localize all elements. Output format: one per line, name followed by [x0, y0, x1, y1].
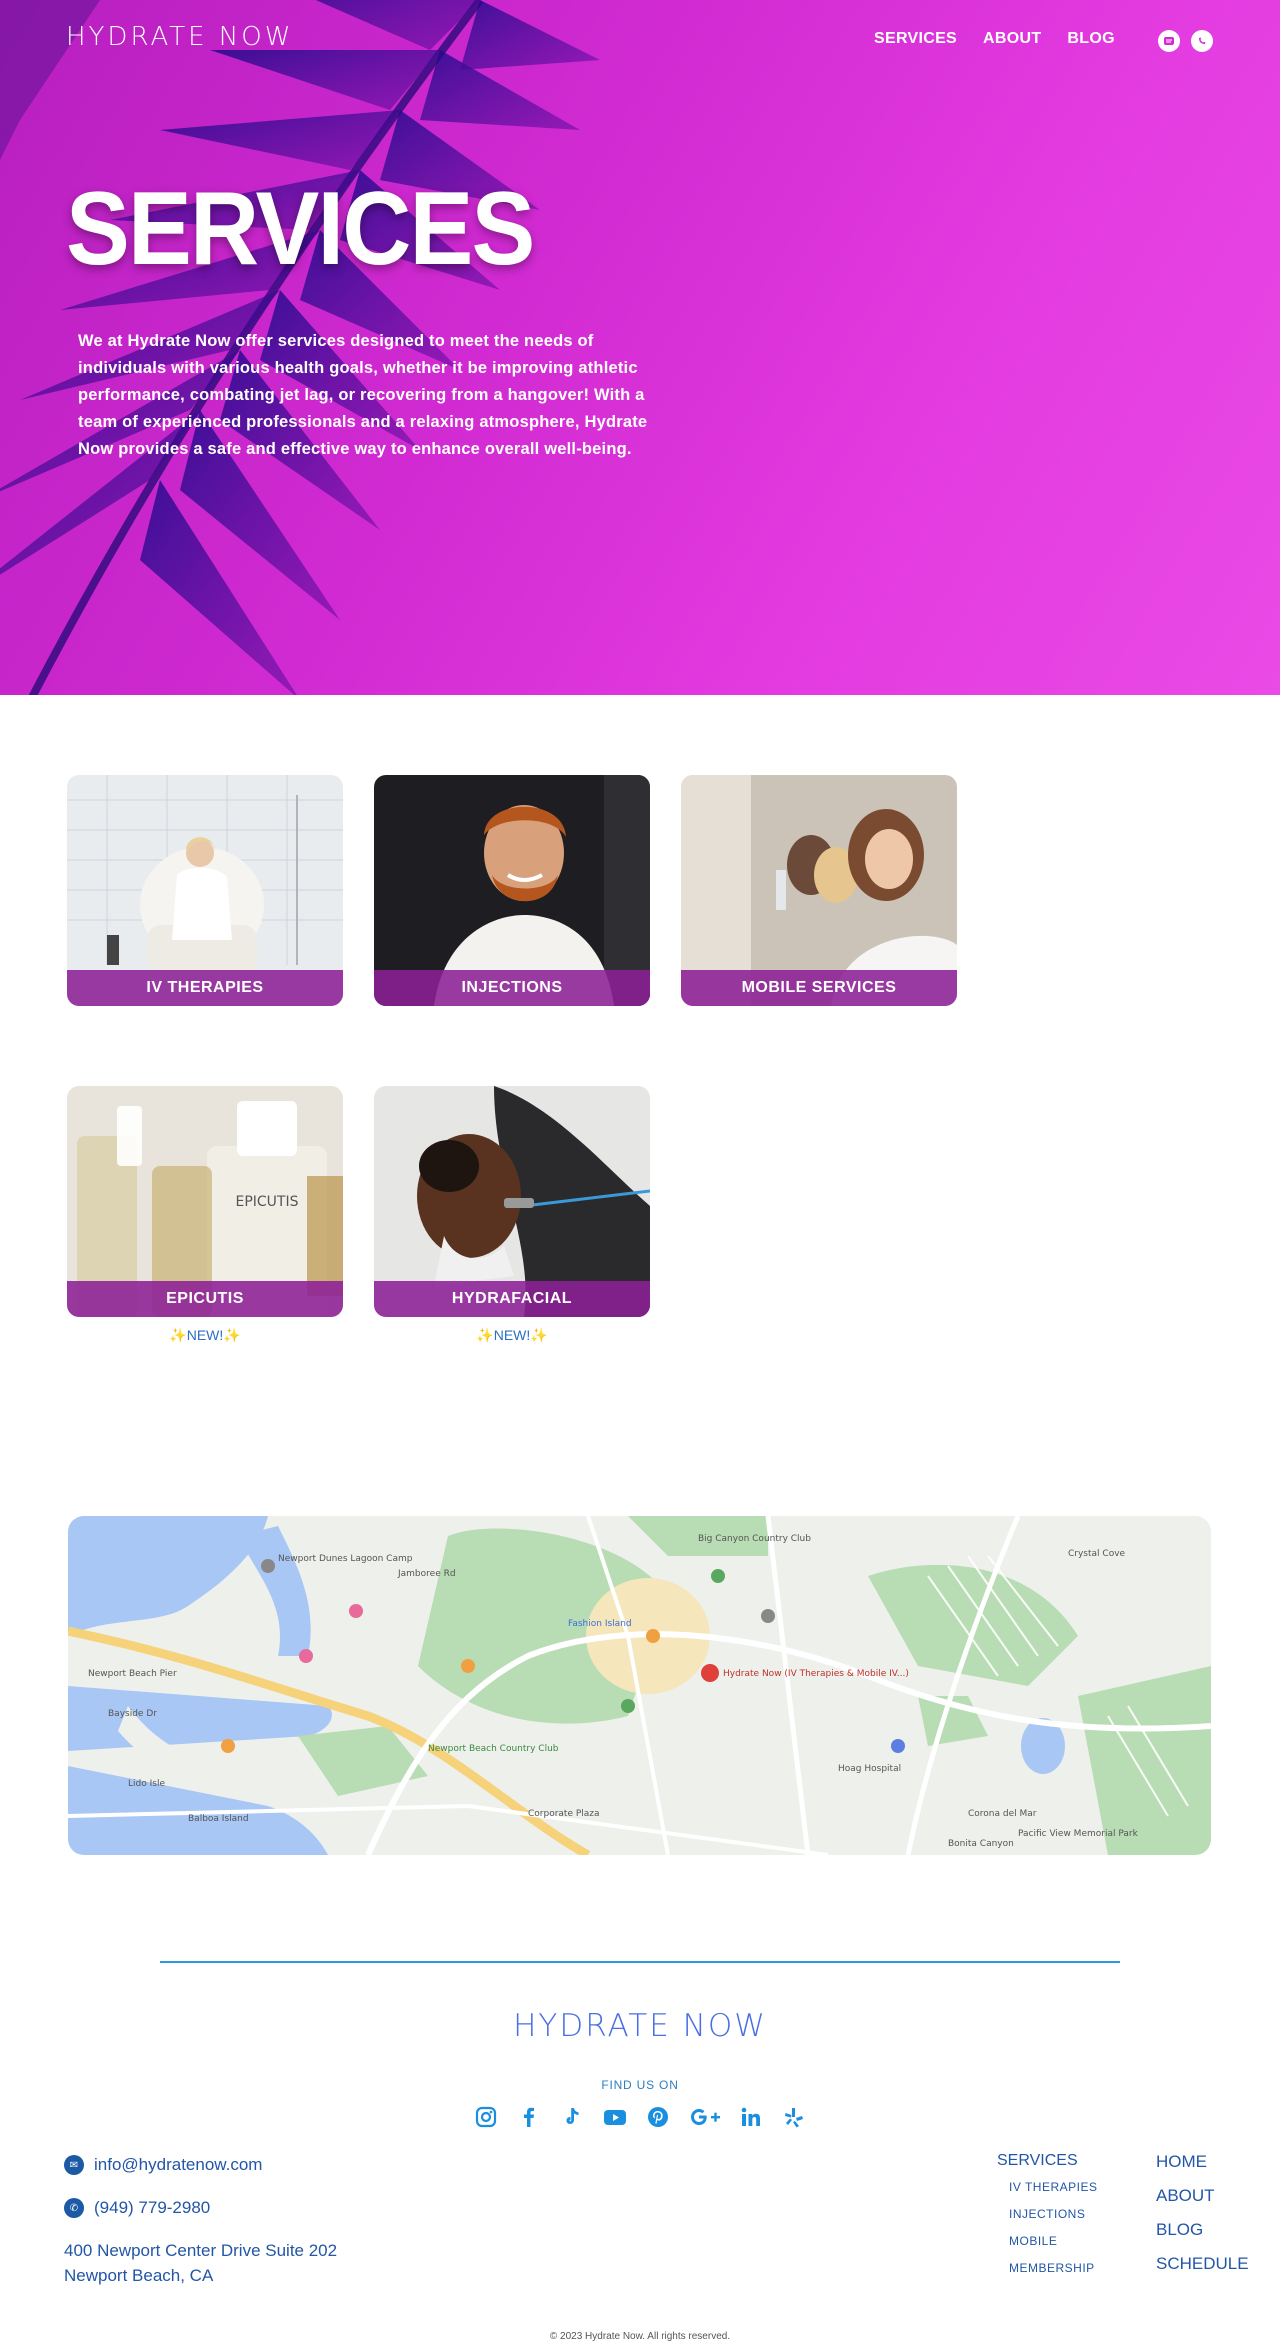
map-graphic: Big Canyon Country Club Newport Dunes La… — [68, 1516, 1211, 1855]
service-card-label: IV THERAPIES — [67, 970, 343, 1006]
service-card-hydrafacial[interactable]: HYDRAFACIAL — [374, 1086, 650, 1317]
new-badge: ✨NEW!✨ — [169, 1327, 241, 1343]
service-card-injections[interactable]: INJECTIONS — [374, 775, 650, 1006]
map-label: Newport Dunes Lagoon Camp — [278, 1554, 413, 1564]
nav-services[interactable]: SERVICES — [874, 30, 957, 48]
main-nav: SERVICES ABOUT BLOG — [874, 30, 1115, 48]
service-card-label: INJECTIONS — [374, 970, 650, 1006]
hero-section: HYDRATE NOW SERVICES ABOUT BLOG SERVICES… — [0, 0, 1280, 695]
service-card-label: MOBILE SERVICES — [681, 970, 957, 1006]
whatsapp-icon[interactable] — [1191, 30, 1213, 52]
linkedin-icon[interactable] — [739, 2104, 764, 2129]
map-label: Bayside Dr — [108, 1709, 157, 1719]
google-plus-icon[interactable] — [689, 2104, 721, 2129]
service-card-label: HYDRAFACIAL — [374, 1281, 650, 1317]
footer-link-blog[interactable]: BLOG — [1156, 2220, 1249, 2240]
map-label: Corporate Plaza — [528, 1809, 600, 1819]
phone-link[interactable]: (949) 779-2980 — [94, 2198, 210, 2218]
footer-link-about[interactable]: ABOUT — [1156, 2186, 1249, 2206]
hero-description: We at Hydrate Now offer services designe… — [78, 332, 648, 458]
social-links — [0, 2104, 1280, 2129]
map-label: Pacific View Memorial Park — [1018, 1829, 1139, 1839]
instagram-icon[interactable] — [474, 2104, 499, 2129]
map-label: Lido Isle — [128, 1779, 165, 1789]
service-card-mobile-services[interactable]: MOBILE SERVICES — [681, 775, 957, 1006]
youtube-icon[interactable] — [603, 2104, 628, 2129]
footer-logo[interactable]: HYDRATE NOW — [0, 2008, 1280, 2044]
footer-link-services[interactable]: SERVICES — [997, 2152, 1097, 2170]
pinterest-icon[interactable] — [646, 2104, 671, 2129]
footer-link-injections[interactable]: INJECTIONS — [1009, 2207, 1097, 2221]
site-logo[interactable]: HYDRATE NOW — [66, 22, 293, 52]
yelp-icon[interactable] — [782, 2104, 807, 2129]
footer-nav-column: HOME ABOUT BLOG SCHEDULE — [1156, 2152, 1249, 2288]
page-title: SERVICES — [66, 171, 535, 287]
address-line-1: 400 Newport Center Drive Suite 202 — [64, 2241, 338, 2260]
map-label: Hoag Hospital — [838, 1764, 901, 1774]
nav-about[interactable]: ABOUT — [983, 30, 1041, 48]
new-badge: ✨NEW!✨ — [476, 1327, 548, 1343]
map-label: Crystal Cove — [1068, 1549, 1126, 1559]
facebook-icon[interactable] — [517, 2104, 542, 2129]
message-icon[interactable] — [1158, 30, 1180, 52]
footer-link-mobile[interactable]: MOBILE — [1009, 2234, 1097, 2248]
tiktok-icon[interactable] — [560, 2104, 585, 2129]
footer-link-membership[interactable]: MEMBERSHIP — [1009, 2261, 1097, 2275]
map-label: Newport Beach Pier — [88, 1669, 177, 1679]
map-label: Bonita Canyon — [948, 1839, 1014, 1849]
service-card-label: EPICUTIS — [67, 1281, 343, 1317]
footer-link-home[interactable]: HOME — [1156, 2152, 1249, 2172]
map-label: Newport Beach Country Club — [428, 1744, 559, 1754]
service-card-iv-therapies[interactable]: IV THERAPIES — [67, 775, 343, 1006]
map-label: Hydrate Now (IV Therapies & Mobile IV...… — [723, 1669, 909, 1679]
address: 400 Newport Center Drive Suite 202 Newpo… — [64, 2238, 337, 2288]
email-contact[interactable]: ✉ info@hydratenow.com — [64, 2155, 262, 2175]
map-label: Big Canyon Country Club — [698, 1534, 811, 1544]
address-line-2: Newport Beach, CA — [64, 2266, 214, 2285]
footer-services-column: SERVICES IV THERAPIES INJECTIONS MOBILE … — [997, 2152, 1097, 2288]
nav-blog[interactable]: BLOG — [1067, 30, 1114, 48]
whatsapp-icon: ✆ — [64, 2198, 84, 2218]
footer-link-iv-therapies[interactable]: IV THERAPIES — [1009, 2180, 1097, 2194]
map-label: Jamboree Rd — [397, 1569, 456, 1579]
footer-link-schedule[interactable]: SCHEDULE — [1156, 2254, 1249, 2274]
map-label: Fashion Island — [568, 1619, 632, 1629]
map-label: Balboa Island — [188, 1814, 249, 1824]
svg-text:EPICUTIS: EPICUTIS — [235, 1194, 298, 1210]
phone-contact[interactable]: ✆ (949) 779-2980 — [64, 2198, 210, 2218]
location-map[interactable]: Big Canyon Country Club Newport Dunes La… — [68, 1516, 1211, 1855]
email-link[interactable]: info@hydratenow.com — [94, 2155, 262, 2175]
copyright: © 2023 Hydrate Now. All rights reserved. — [549, 2331, 731, 2342]
service-card-epicutis[interactable]: EPICUTIS EPICUTIS — [67, 1086, 343, 1317]
footer-divider — [160, 1961, 1120, 1963]
map-label: Corona del Mar — [968, 1809, 1037, 1819]
chat-icon: ✉ — [64, 2155, 84, 2175]
find-us-label: FIND US ON — [601, 2078, 679, 2092]
